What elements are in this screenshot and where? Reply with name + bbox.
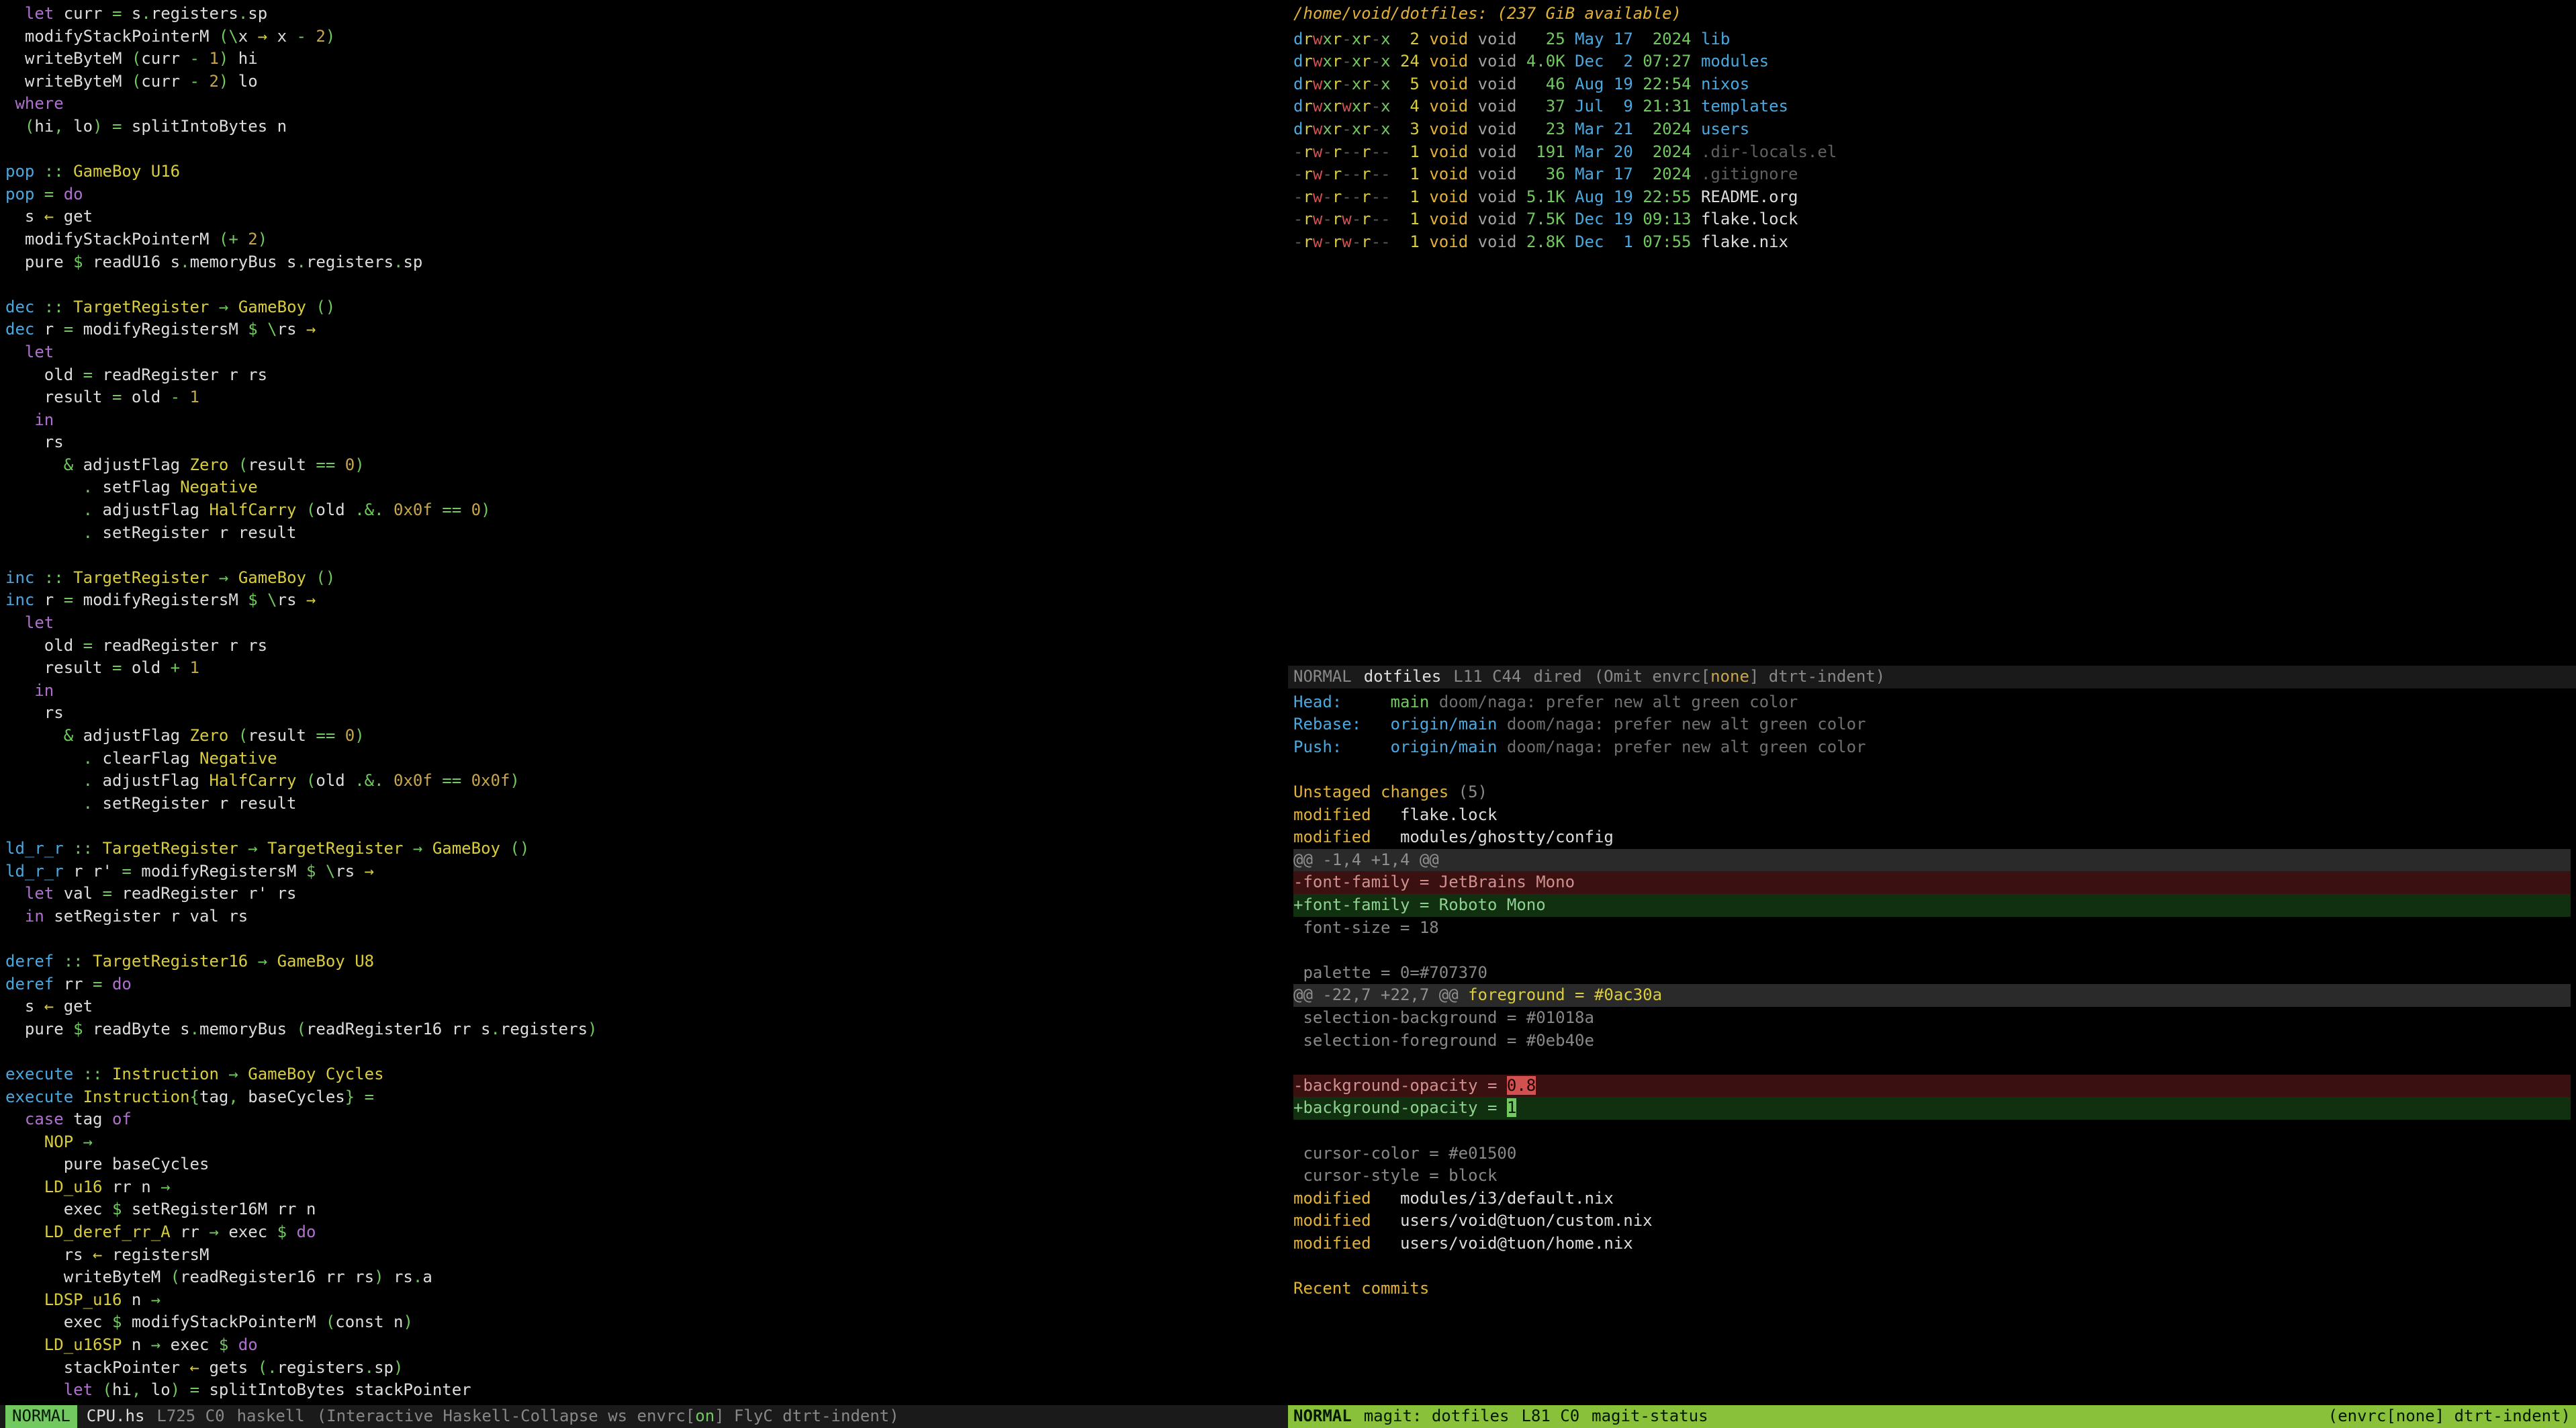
cursor-pos: L11 C44 [1453,666,1521,688]
unstaged-header[interactable]: Unstaged changes [1293,783,1448,801]
file-row[interactable]: modified modules/ghostty/config [1293,828,1614,846]
evil-state: NORMAL [1293,666,1352,688]
dired-header: /home/void/dotfiles: (237 GiB available) [1293,3,2571,28]
minor-modes: (Interactive Haskell-Collapse ws envrc[o… [317,1405,899,1428]
buffer-name: CPU.hs [87,1405,145,1428]
dired-row[interactable]: drwxr-xr-x 24 void void 4.0K Dec 2 07:27… [1293,50,2571,73]
file-row[interactable]: modified users/void@tuon/home.nix [1293,1234,1633,1253]
magit-buffer[interactable]: Head: main doom/naga: prefer new alt gre… [1288,688,2576,1405]
evil-state: NORMAL [5,1405,77,1428]
haskell-source[interactable]: let curr = s.registers.sp modifyStackPoi… [5,3,1283,1402]
cursor-pos: L81 C0 [1521,1405,1579,1428]
diff-context: cursor-color = #e01500 [1293,1143,2571,1165]
diff-removed[interactable]: -background-opacity = 0.8 [1293,1075,2571,1098]
file-row[interactable]: modified users/void@tuon/custom.nix [1293,1211,1653,1230]
diff-removed[interactable]: -font-family = JetBrains Mono [1293,871,2571,894]
major-mode: dired [1533,666,1581,688]
diff-context: selection-foreground = #0eb40e [1293,1030,2571,1053]
dired-row[interactable]: -rw-r--r-- 1 void void 191 Mar 20 2024 .… [1293,141,2571,164]
dired-row[interactable]: -rw-rw-r-- 1 void void 2.8K Dec 1 07:55 … [1293,231,2571,254]
minor-modes: (Omit envrc[none] dtrt-indent) [1594,666,1885,688]
dired-buffer[interactable]: /home/void/dotfiles: (237 GiB available)… [1288,0,2576,666]
dired-row[interactable]: -rw-rw-r-- 1 void void 7.5K Dec 19 09:13… [1293,208,2571,231]
left-modeline: NORMAL CPU.hs L725 C0 haskell (Interacti… [0,1405,1288,1428]
dired-row[interactable]: drwxr-xr-x 5 void void 46 Aug 19 22:54 n… [1293,73,2571,96]
buffer-name: magit: dotfiles [1364,1405,1510,1428]
dired-row[interactable]: drwxr-xr-x 3 void void 23 Mar 21 2024 us… [1293,118,2571,141]
diff-added[interactable]: +background-opacity = 1 [1293,1097,2571,1120]
diff-context: selection-background = #01018a [1293,1007,2571,1030]
code-buffer[interactable]: let curr = s.registers.sp modifyStackPoi… [0,0,1288,1405]
magit-window: Head: main doom/naga: prefer new alt gre… [1288,688,2576,1428]
diff-context: font-size = 18 [1293,917,2571,940]
evil-state: NORMAL [1293,1405,1352,1428]
dired-listing[interactable]: drwxr-xr-x 2 void void 25 May 17 2024 li… [1293,28,2571,254]
magit-status[interactable]: Head: main doom/naga: prefer new alt gre… [1293,691,2571,1300]
dired-window: /home/void/dotfiles: (237 GiB available)… [1288,0,2576,688]
diff-context: palette = 0=#707370 [1293,962,2571,985]
major-mode: magit-status [1592,1405,1708,1428]
major-mode: haskell [237,1405,305,1428]
hunk-header[interactable]: @@ -1,4 +1,4 @@ [1293,849,2571,872]
dired-row[interactable]: drwxr-xr-x 2 void void 25 May 17 2024 li… [1293,28,2571,51]
minor-modes: (envrc[none] dtrt-indent) [2328,1405,2571,1428]
file-row[interactable]: modified flake.lock [1293,805,1497,824]
right-pane: /home/void/dotfiles: (237 GiB available)… [1288,0,2576,1428]
dired-modeline: NORMAL dotfiles L11 C44 dired (Omit envr… [1288,666,2576,688]
recent-commits-header[interactable]: Recent commits [1293,1279,1429,1298]
diff-added[interactable]: +font-family = Roboto Mono [1293,894,2571,917]
dired-row[interactable]: -rw-r--r-- 1 void void 5.1K Aug 19 22:55… [1293,186,2571,209]
hunk-header[interactable]: @@ -22,7 +22,7 @@ foreground = #0ac30a [1293,984,2571,1007]
buffer-name: dotfiles [1364,666,1442,688]
left-pane: let curr = s.registers.sp modifyStackPoi… [0,0,1288,1428]
dired-row[interactable]: -rw-r--r-- 1 void void 36 Mar 17 2024 .g… [1293,163,2571,186]
emacs-frame: let curr = s.registers.sp modifyStackPoi… [0,0,2576,1428]
cursor-pos: L725 C0 [156,1405,224,1428]
file-row[interactable]: modified modules/i3/default.nix [1293,1189,1614,1208]
dired-row[interactable]: drwxrwxr-x 4 void void 37 Jul 9 21:31 te… [1293,95,2571,118]
magit-modeline: NORMAL magit: dotfiles L81 C0 magit-stat… [1288,1405,2576,1428]
diff-context: cursor-style = block [1293,1165,2571,1188]
